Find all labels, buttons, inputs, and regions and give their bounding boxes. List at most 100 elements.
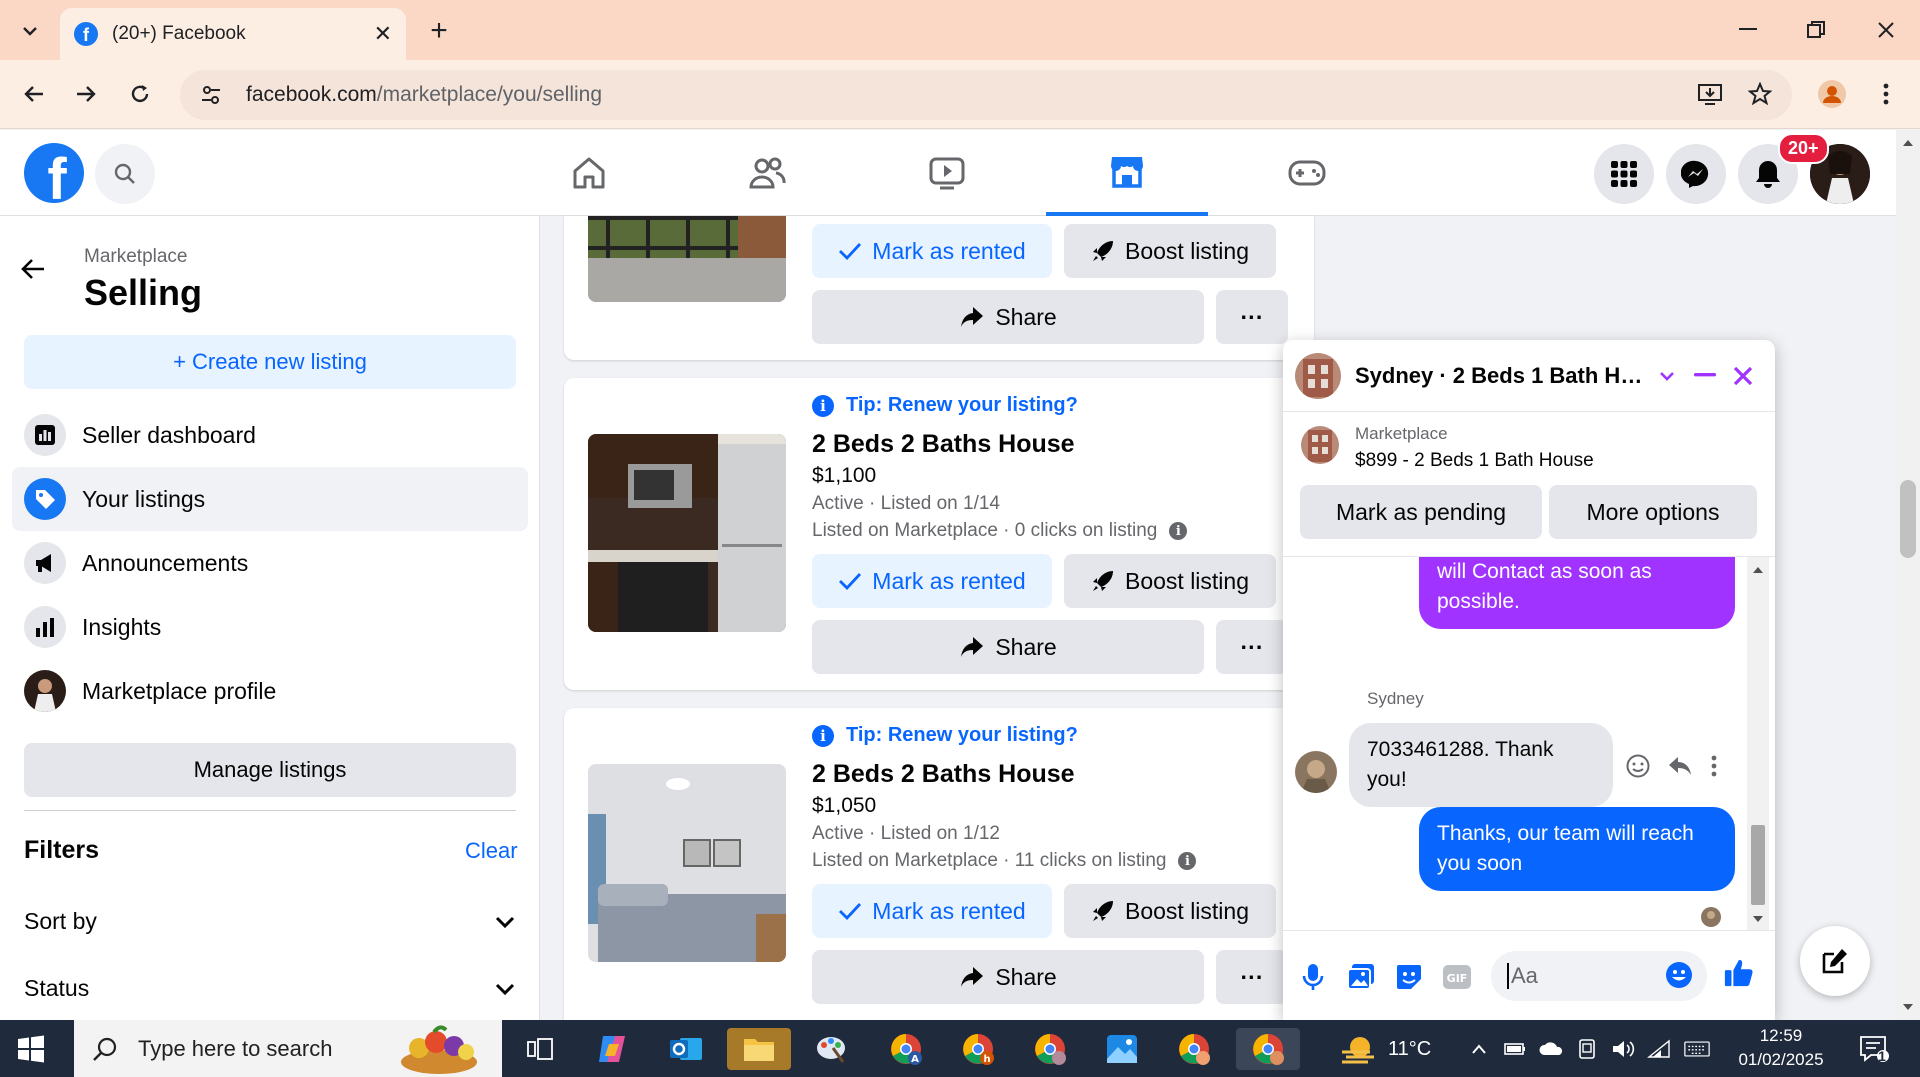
thumbs-up-icon[interactable] (1723, 957, 1755, 989)
wifi-icon[interactable] (1646, 1036, 1672, 1062)
minimize-window-button[interactable] (1728, 10, 1768, 50)
url-field[interactable]: facebook.com/marketplace/you/selling (180, 70, 1792, 120)
device-icon[interactable] (1574, 1036, 1600, 1062)
sidebar-item-announcements[interactable]: Announcements (12, 531, 528, 595)
mark-as-rented-button[interactable]: Mark as rented (812, 884, 1052, 938)
react-emoji-icon[interactable] (1625, 753, 1651, 784)
paint-app[interactable] (800, 1028, 864, 1070)
site-settings-icon[interactable] (198, 82, 224, 108)
messenger-button[interactable] (1666, 144, 1726, 204)
taskbar-clock[interactable]: 12:59 01/02/2025 (1736, 1024, 1826, 1072)
taskbar-search-box[interactable]: Type here to search (74, 1020, 502, 1077)
facebook-logo-icon[interactable]: f (24, 143, 84, 203)
restore-window-button[interactable] (1796, 10, 1836, 50)
browser-menu-button[interactable] (1866, 74, 1906, 114)
reply-icon[interactable] (1667, 755, 1693, 782)
boost-listing-button[interactable]: Boost listing (1064, 884, 1276, 938)
start-button[interactable] (16, 1034, 46, 1064)
task-view-button[interactable] (508, 1028, 572, 1070)
gif-icon[interactable]: GIF (1441, 961, 1473, 993)
menu-grid-button[interactable] (1594, 144, 1654, 204)
chrome-profile-photo-app[interactable] (1018, 1028, 1082, 1070)
nav-tab-marketplace[interactable] (1046, 130, 1208, 216)
create-new-listing-button[interactable]: + Create new listing (24, 335, 516, 389)
close-window-button[interactable] (1866, 10, 1906, 50)
new-tab-button[interactable]: + (420, 12, 458, 50)
sidebar-back-button[interactable] (20, 256, 46, 290)
mark-as-rented-button[interactable]: Mark as rented (812, 554, 1052, 608)
more-options-button[interactable]: ··· (1216, 290, 1288, 344)
outgoing-message[interactable]: Thanks, our team will reach you soon (1419, 807, 1735, 891)
sidebar-item-seller-dashboard[interactable]: Seller dashboard (12, 403, 528, 467)
sidebar-item-marketplace-profile[interactable]: Marketplace profile (12, 659, 528, 723)
more-options-button[interactable]: ··· (1216, 950, 1288, 1004)
close-chat-button[interactable] (1725, 358, 1761, 394)
photos-app[interactable] (1090, 1028, 1154, 1070)
nav-tab-video[interactable] (866, 130, 1028, 216)
emoji-icon[interactable] (1663, 959, 1695, 991)
install-app-button[interactable] (1690, 74, 1730, 114)
more-options-button[interactable]: ··· (1216, 620, 1288, 674)
photo-icon[interactable] (1345, 961, 1377, 993)
page-scrollbar[interactable] (1896, 130, 1920, 1020)
keyboard-icon[interactable] (1684, 1036, 1710, 1062)
manage-listings-button[interactable]: Manage listings (24, 743, 516, 797)
boost-listing-button[interactable]: Boost listing (1064, 554, 1276, 608)
onedrive-icon[interactable] (1538, 1036, 1564, 1062)
chat-scroll-thumb[interactable] (1751, 825, 1765, 905)
tab-search-dropdown[interactable] (10, 12, 50, 50)
sidebar-item-insights[interactable]: Insights (12, 595, 528, 659)
weather-widget[interactable]: 11°C (1340, 1034, 1431, 1064)
mark-as-pending-button[interactable]: Mark as pending (1300, 485, 1542, 539)
chrome-profile-a-app[interactable]: A (874, 1028, 938, 1070)
chrome-profile-person-app[interactable] (1162, 1028, 1226, 1070)
renew-tip-link[interactable]: i Tip: Renew your listing? (812, 724, 1078, 747)
browser-tab-facebook[interactable]: f (20+) Facebook ✕ (60, 8, 406, 60)
message-more-icon[interactable] (1711, 755, 1717, 782)
facebook-search-button[interactable] (95, 144, 155, 204)
copilot-app[interactable] (580, 1028, 644, 1070)
share-listing-button[interactable]: Share (812, 620, 1204, 674)
tab-close-icon[interactable]: ✕ (374, 21, 392, 47)
mark-as-rented-button[interactable]: Mark as rented (812, 224, 1052, 278)
chrome-profile-h-app[interactable]: h (946, 1028, 1010, 1070)
back-button[interactable] (14, 74, 54, 114)
info-icon[interactable]: i (1169, 522, 1188, 540)
page-scroll-thumb[interactable] (1900, 480, 1916, 558)
clear-filters-link[interactable]: Clear (465, 838, 518, 864)
listing-title[interactable]: 2 Beds 2 Baths House (812, 430, 1075, 459)
renew-tip-link[interactable]: i Tip: Renew your listing? (812, 394, 1078, 417)
outgoing-message[interactable]: will Contact as soon as possible. (1419, 557, 1735, 629)
bookmark-button[interactable] (1740, 74, 1780, 114)
incoming-message[interactable]: 7033461288. Thank you! (1349, 723, 1613, 807)
more-options-button[interactable]: More options (1549, 485, 1757, 539)
microphone-icon[interactable] (1297, 961, 1329, 993)
profile-button[interactable] (1812, 74, 1852, 114)
new-message-button[interactable] (1800, 926, 1870, 996)
tray-overflow-icon[interactable] (1466, 1036, 1492, 1062)
nav-tab-gaming[interactable] (1226, 130, 1388, 216)
chat-options-button[interactable] (1649, 358, 1685, 394)
nav-tab-home[interactable] (508, 130, 670, 216)
battery-icon[interactable] (1502, 1036, 1528, 1062)
notification-center-button[interactable]: 1 (1854, 1036, 1894, 1064)
sticker-icon[interactable] (1393, 961, 1425, 993)
status-dropdown[interactable]: Status (24, 975, 516, 1002)
listing-title[interactable]: 2 Beds 2 Baths House (812, 760, 1075, 789)
share-listing-button[interactable]: Share (812, 290, 1204, 344)
file-explorer-app[interactable] (727, 1028, 791, 1070)
boost-listing-button[interactable]: Boost listing (1064, 224, 1276, 278)
chrome-active-app[interactable] (1236, 1028, 1300, 1070)
chat-scrollbar[interactable] (1747, 557, 1769, 930)
context-listing-title[interactable]: $899 - 2 Beds 1 Bath House (1355, 450, 1594, 472)
nav-tab-friends[interactable] (686, 130, 848, 216)
share-listing-button[interactable]: Share (812, 950, 1204, 1004)
sort-by-dropdown[interactable]: Sort by (24, 908, 516, 935)
volume-icon[interactable] (1610, 1036, 1636, 1062)
breadcrumb[interactable]: Marketplace (84, 246, 188, 268)
sidebar-item-your-listings[interactable]: Your listings (12, 467, 528, 531)
info-icon[interactable]: i (1178, 852, 1197, 870)
outlook-app[interactable] (654, 1028, 718, 1070)
forward-button[interactable] (66, 74, 106, 114)
minimize-chat-button[interactable] (1687, 358, 1723, 394)
